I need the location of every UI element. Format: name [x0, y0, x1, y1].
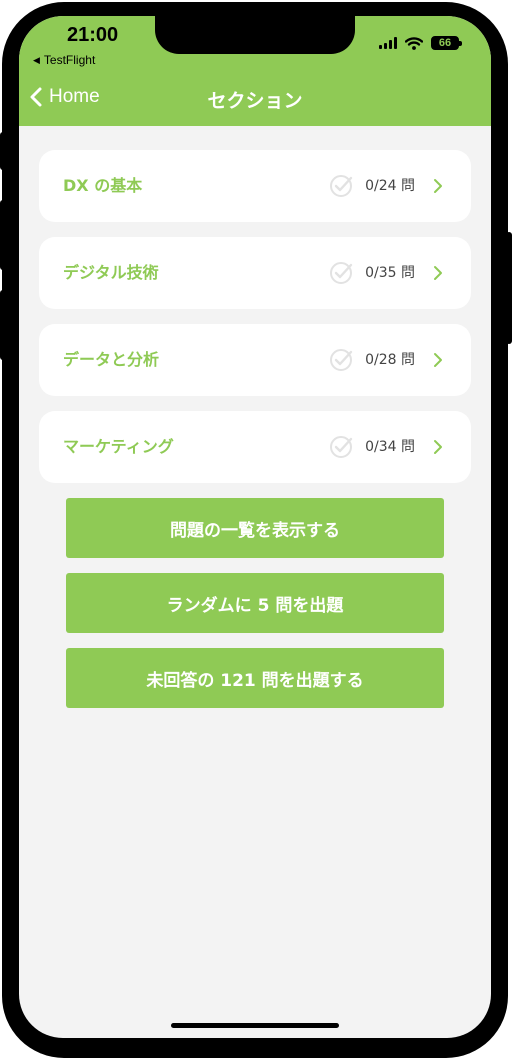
unanswered-questions-button[interactable]: 未回答の 121 問を出題する — [66, 648, 444, 708]
section-label: マーケティング — [63, 437, 174, 456]
header-bar: 21:00 ◀ TestFlight 66 Home セクション — [19, 16, 491, 126]
cellular-signal-icon — [379, 37, 397, 49]
section-card[interactable]: DX の基本 0/24 問 — [39, 150, 471, 222]
notch — [155, 16, 355, 54]
section-label: デジタル技術 — [63, 263, 159, 282]
chevron-right-icon — [434, 266, 442, 280]
side-button-left-1 — [0, 132, 6, 170]
section-label: データと分析 — [63, 350, 160, 369]
page-title: セクション — [207, 90, 303, 112]
chevron-right-icon — [434, 179, 442, 193]
wifi-icon — [405, 36, 423, 50]
section-count: 0/24 問 — [365, 178, 415, 194]
side-button-right — [506, 232, 512, 344]
section-card[interactable]: マーケティング 0/34 問 — [39, 411, 471, 483]
side-button-left-3 — [0, 290, 6, 360]
random-five-button[interactable]: ランダムに 5 問を出題 — [66, 573, 444, 633]
list-all-questions-button[interactable]: 問題の一覧を表示する — [66, 498, 444, 558]
section-card[interactable]: データと分析 0/28 問 — [39, 324, 471, 396]
home-indicator[interactable] — [171, 1023, 339, 1028]
status-icons: 66 — [379, 36, 462, 50]
back-triangle-icon: ◀ — [33, 54, 40, 65]
battery-icon: 66 — [431, 36, 462, 50]
back-app-label: TestFlight — [43, 53, 96, 67]
section-count: 0/35 問 — [365, 265, 415, 281]
section-label: DX の基本 — [63, 176, 143, 195]
section-count: 0/28 問 — [365, 352, 415, 368]
app-screen: 21:00 ◀ TestFlight 66 Home セクション DX の基本 … — [19, 16, 491, 1038]
chevron-right-icon — [434, 440, 442, 454]
side-button-left-2 — [0, 200, 6, 270]
chevron-right-icon — [434, 353, 442, 367]
back-to-app-link[interactable]: ◀ TestFlight — [33, 53, 95, 67]
check-circle-icon — [330, 262, 353, 284]
section-card[interactable]: デジタル技術 0/35 問 — [39, 237, 471, 309]
check-circle-icon — [330, 349, 353, 371]
section-count: 0/34 問 — [365, 439, 415, 455]
check-circle-icon — [330, 175, 353, 197]
check-circle-icon — [330, 436, 353, 458]
status-time: 21:00 — [67, 24, 119, 46]
